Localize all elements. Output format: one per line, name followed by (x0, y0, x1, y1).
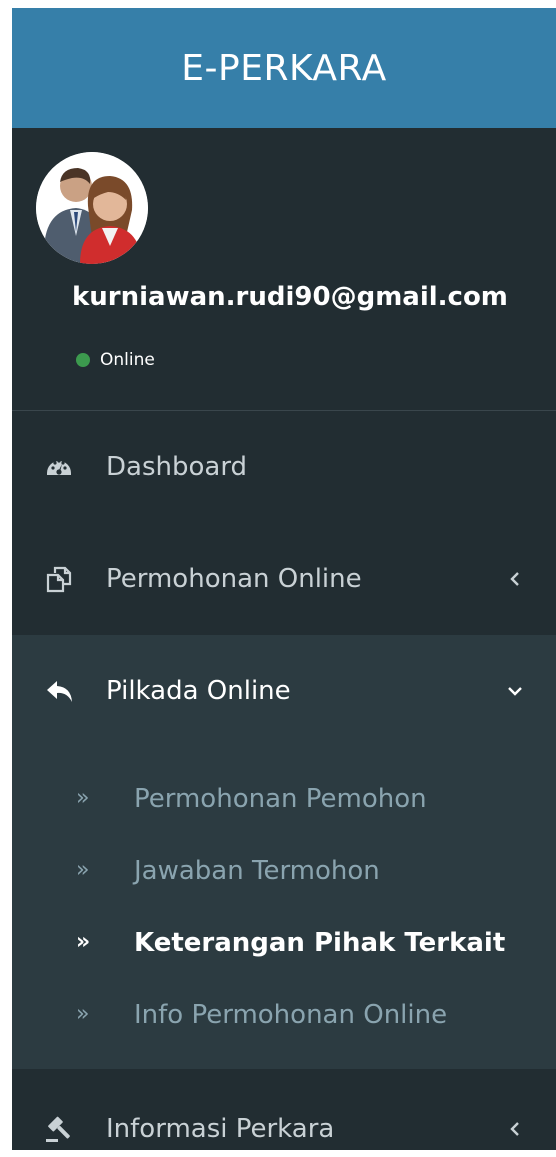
dashboard-icon (44, 452, 74, 482)
copy-icon (44, 564, 74, 594)
user-email: kurniawan.rudi90@gmail.com (72, 282, 508, 312)
pilkada-submenu: » Permohonan Pemohon » Jawaban Termohon … (12, 747, 556, 1069)
menu-item-label: Pilkada Online (106, 676, 291, 706)
reply-icon (44, 676, 74, 706)
submenu-item-label: Jawaban Termohon (134, 856, 380, 886)
menu-item-permohonan-online[interactable]: Permohonan Online (12, 523, 556, 635)
user-avatar (36, 152, 148, 264)
submenu-spacer (12, 747, 556, 763)
submenu-item-label: Keterangan Pihak Terkait (134, 928, 506, 958)
menu-item-informasi-perkara[interactable]: Informasi Perkara (12, 1069, 556, 1150)
submenu-spacer (12, 1051, 556, 1069)
menu-item-label: Informasi Perkara (106, 1114, 335, 1144)
double-chevron-right-icon: » (76, 785, 90, 811)
submenu-item-label: Permohonan Pemohon (134, 784, 427, 814)
menu-item-label: Dashboard (106, 452, 248, 482)
online-status-dot-icon (76, 353, 90, 367)
chevron-down-icon (506, 682, 524, 700)
users-icon (36, 152, 148, 264)
double-chevron-right-icon: » (76, 857, 90, 883)
sidebar-menu: Dashboard Permohonan Online Pilkada Onli… (12, 411, 556, 747)
sidebar: E-PERKARA kurniawan.rudi90@gmail.com Onl… (12, 8, 556, 1150)
submenu-item-label: Info Permohonan Online (134, 1000, 448, 1030)
user-panel: kurniawan.rudi90@gmail.com Online (12, 128, 556, 411)
gavel-icon (44, 1114, 74, 1144)
submenu-item-info-permohonan-online[interactable]: » Info Permohonan Online (12, 979, 556, 1051)
submenu-item-jawaban-termohon[interactable]: » Jawaban Termohon (12, 835, 556, 907)
double-chevron-right-icon: » (76, 1001, 90, 1027)
user-status: Online (76, 350, 155, 370)
menu-item-label: Permohonan Online (106, 564, 362, 594)
user-status-label: Online (100, 350, 155, 370)
menu-item-pilkada-online[interactable]: Pilkada Online (12, 635, 556, 747)
double-chevron-right-icon: » (76, 929, 91, 955)
app-logo[interactable]: E-PERKARA (12, 8, 556, 128)
menu-item-dashboard[interactable]: Dashboard (12, 411, 556, 523)
submenu-item-permohonan-pemohon[interactable]: » Permohonan Pemohon (12, 763, 556, 835)
submenu-item-keterangan-pihak-terkait[interactable]: » Keterangan Pihak Terkait (12, 907, 556, 979)
sidebar-menu-bottom: Informasi Perkara (12, 1069, 556, 1150)
app-title: E-PERKARA (181, 47, 387, 89)
chevron-left-icon (506, 570, 524, 588)
chevron-left-icon (506, 1120, 524, 1138)
